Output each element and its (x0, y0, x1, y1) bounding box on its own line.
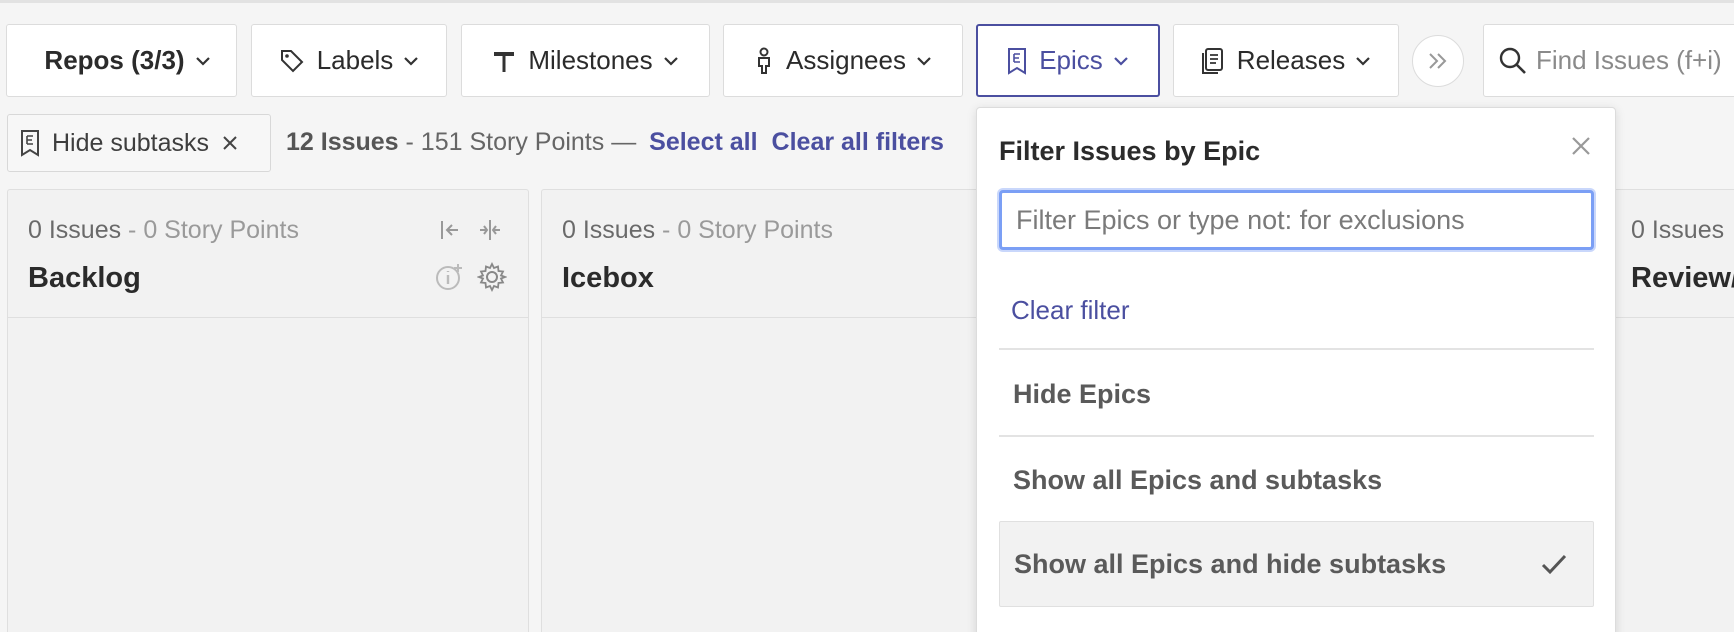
hide-subtasks-chip[interactable]: Hide subtasks (7, 114, 271, 172)
column-header: 0 Issues Review/ (1611, 190, 1734, 318)
board-column-backlog: 0 Issues - 0 Story Points Backlog (7, 189, 529, 632)
column-issue-count: 0 Issues - 0 Story Points (28, 216, 299, 245)
clear-all-filters-link[interactable]: Clear all filters (772, 128, 944, 156)
releases-filter-label: Releases (1236, 45, 1346, 75)
dropdown-title: Filter Issues by Epic (999, 136, 1261, 166)
collapse-left-icon[interactable] (438, 218, 462, 242)
chevron-down-icon (917, 56, 931, 66)
chevron-down-icon (404, 56, 419, 66)
double-chevron-right-icon (1429, 53, 1447, 69)
epics-filter-button[interactable]: Epics (976, 24, 1160, 97)
chevron-down-icon (195, 56, 210, 66)
column-count-text: 0 Issues (1631, 216, 1725, 244)
collapse-column-icon[interactable] (478, 218, 502, 242)
column-title: Backlog (28, 262, 141, 294)
column-count-text: 0 Issues (28, 216, 122, 244)
gear-icon[interactable] (477, 262, 507, 292)
divider (999, 348, 1594, 350)
board-column-review: 0 Issues Review/ (1610, 189, 1734, 632)
issues-summary: 12 Issues - 151 Story Points — Select al… (286, 128, 944, 157)
option-label: Hide Epics (1013, 378, 1152, 409)
option-show-all-epics-hide-subtasks[interactable]: Show all Epics and hide subtasks (999, 521, 1594, 607)
epic-filter-dropdown: Filter Issues by Epic Clear filter Hide … (976, 107, 1616, 632)
column-count-text: 0 Issues (562, 216, 656, 244)
board-column-icebox: 0 Issues - 0 Story Points Icebox (541, 189, 1041, 632)
option-hide-epics[interactable]: Hide Epics (999, 351, 1594, 437)
labels-filter-label: Labels (316, 45, 394, 75)
option-label: Show all Epics and hide subtasks (1014, 548, 1447, 579)
column-issue-count: 0 Issues - 0 Story Points (562, 216, 833, 245)
close-icon[interactable] (221, 134, 239, 152)
checkmark-icon (1541, 554, 1567, 575)
repos-filter-button[interactable]: Repos (3/3) (6, 24, 237, 97)
milestone-icon (494, 51, 515, 72)
option-show-all-epics-and-subtasks[interactable]: Show all Epics and subtasks (999, 437, 1594, 523)
find-issues-search[interactable]: Find Issues (f+i) (1483, 24, 1734, 97)
assignees-filter-label: Assignees (786, 45, 906, 75)
column-points-text: - 0 Story Points (655, 216, 833, 244)
tag-icon (280, 49, 304, 72)
chevron-down-icon (1356, 56, 1370, 66)
chevron-down-icon (1114, 56, 1128, 66)
releases-icon (1201, 47, 1223, 74)
labels-filter-button[interactable]: Labels (251, 24, 447, 97)
repos-filter-label: Repos (3/3) (44, 45, 185, 75)
chip-label: Hide subtasks (52, 128, 210, 157)
top-divider (0, 0, 1734, 3)
chevron-down-icon (663, 56, 678, 66)
column-points-text: - 0 Story Points (121, 216, 299, 244)
releases-filter-button[interactable]: Releases (1173, 24, 1399, 97)
option-label: Show all Epics and subtasks (1013, 464, 1383, 495)
column-header: 0 Issues - 0 Story Points Backlog (8, 190, 528, 318)
story-points-total: - 151 Story Points — (398, 128, 644, 156)
epic-icon (21, 130, 39, 157)
column-title: Review/ (1631, 262, 1734, 294)
epic-icon (1008, 47, 1027, 75)
clear-filter-link[interactable]: Clear filter (1011, 295, 1129, 326)
select-all-link[interactable]: Select all (649, 128, 757, 156)
column-header: 0 Issues - 0 Story Points Icebox (542, 190, 1040, 318)
column-issue-count: 0 Issues (1631, 216, 1724, 245)
epics-filter-label: Epics (1039, 45, 1103, 75)
column-title: Icebox (562, 262, 654, 294)
search-icon (1499, 47, 1526, 74)
milestones-filter-label: Milestones (528, 45, 653, 75)
issues-count: 12 Issues (286, 128, 399, 156)
more-filters-button[interactable] (1412, 35, 1464, 87)
search-placeholder: Find Issues (f+i) (1536, 45, 1722, 75)
milestones-filter-button[interactable]: Milestones (461, 24, 710, 97)
info-add-icon[interactable] (435, 262, 465, 292)
close-icon[interactable] (1570, 135, 1592, 157)
assignees-filter-button[interactable]: Assignees (723, 24, 963, 97)
epic-filter-input[interactable] (999, 190, 1594, 250)
assignee-icon (758, 47, 771, 74)
